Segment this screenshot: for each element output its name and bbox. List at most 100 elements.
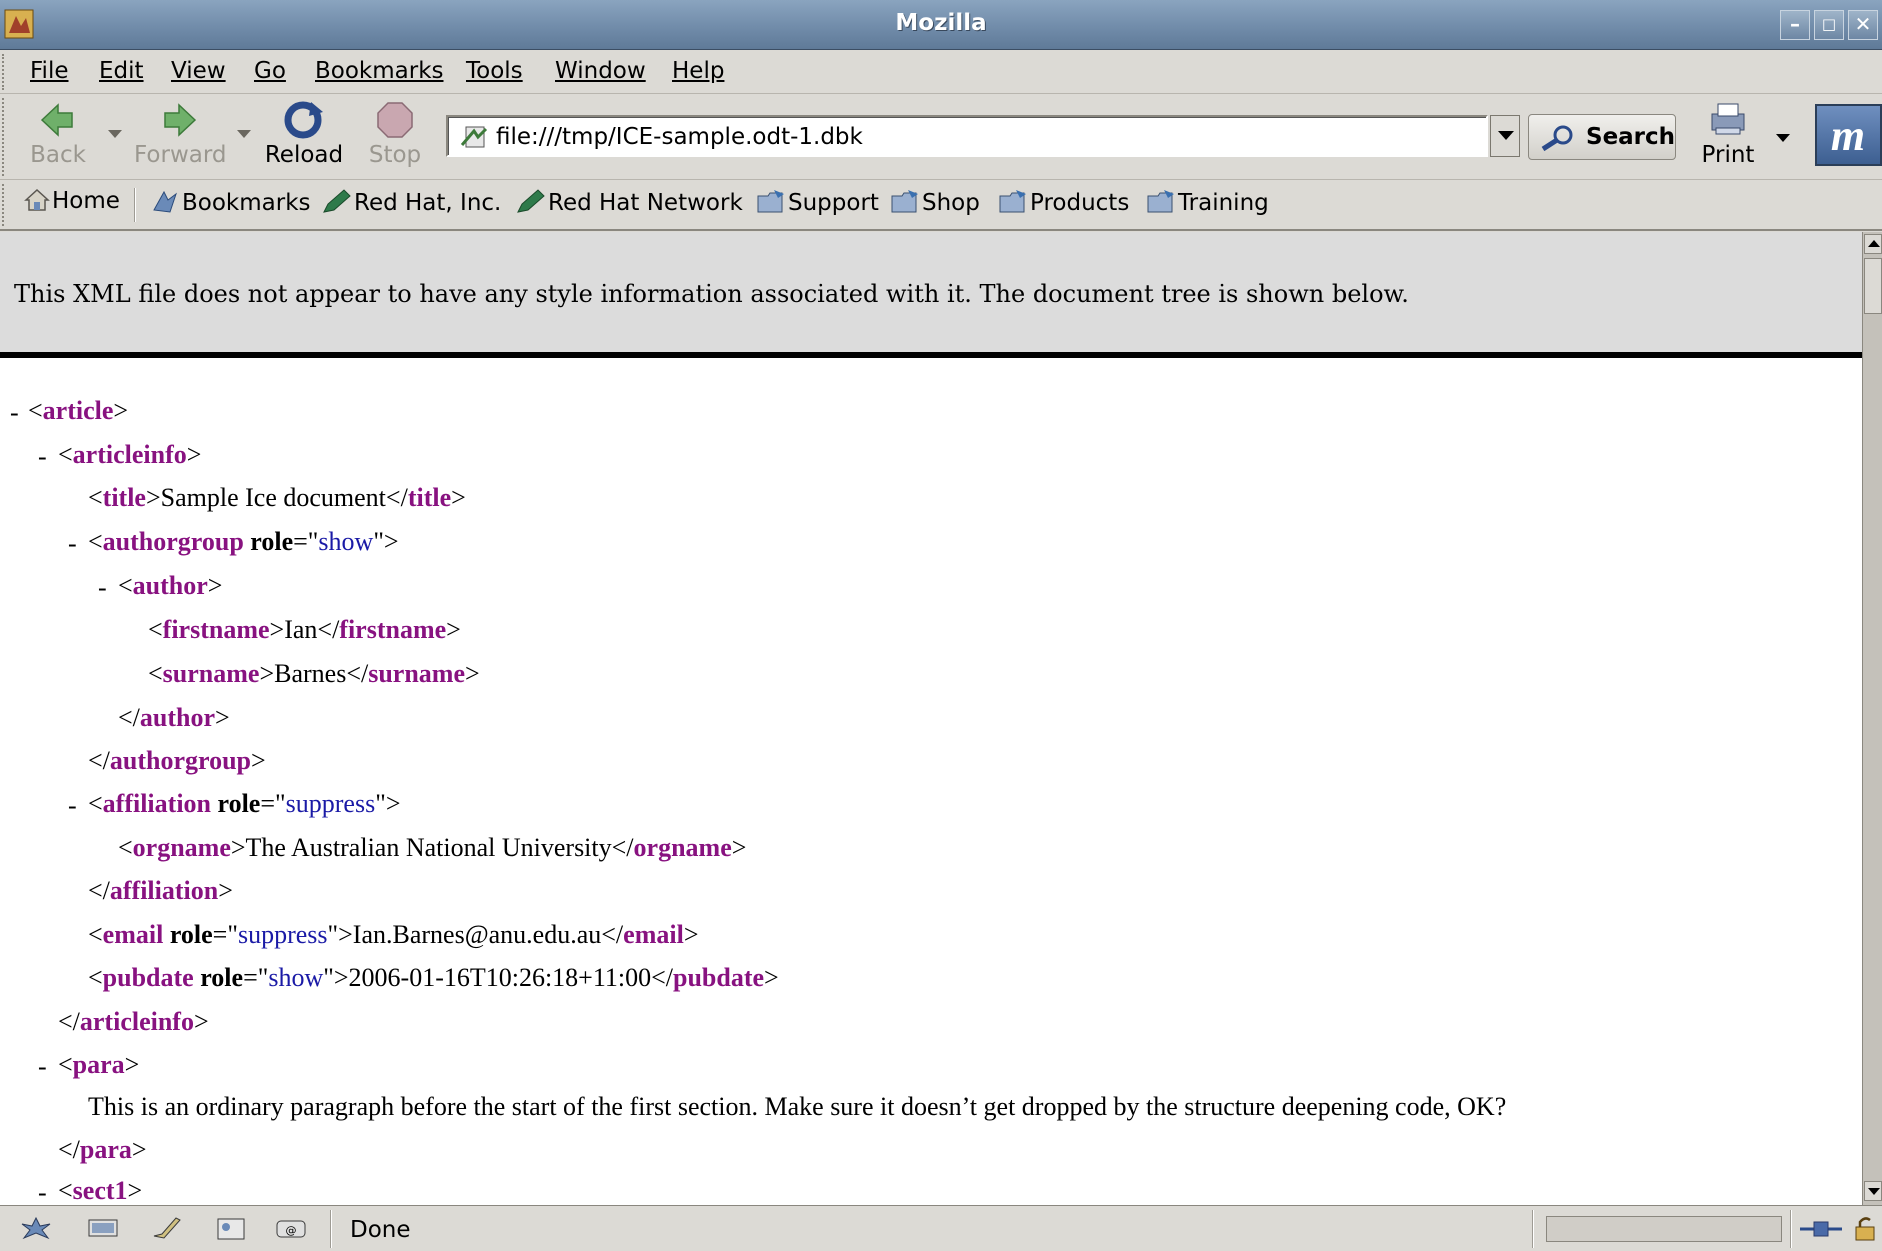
bookmark-label: Red Hat Network	[548, 190, 743, 216]
composer-icon[interactable]	[150, 1216, 184, 1242]
separator	[330, 1210, 332, 1248]
search-label: Search	[1586, 124, 1676, 150]
mozilla-throbber-icon[interactable]: m	[1815, 104, 1882, 166]
progress-bar	[1546, 1216, 1782, 1242]
bookmark-support[interactable]: Support	[756, 188, 879, 216]
bookmark-label: Bookmarks	[182, 190, 311, 216]
forward-button[interactable]: Forward	[134, 100, 227, 176]
collapse-toggle-para[interactable]: -	[38, 1052, 47, 1082]
forward-arrow-icon	[164, 103, 197, 137]
collapse-toggle-article[interactable]: -	[10, 398, 19, 428]
title-bar: Mozilla – □ ✕	[0, 0, 1882, 50]
stop-label: Stop	[368, 142, 422, 168]
collapse-toggle-affiliation[interactable]: -	[68, 791, 77, 821]
toolbar-grip[interactable]	[2, 98, 10, 176]
collapse-toggle-articleinfo[interactable]: -	[38, 442, 47, 472]
xml-open-author: <author>	[118, 571, 223, 600]
browser-window: Mozilla – □ ✕ File Edit View Go Bookmark…	[0, 0, 1882, 1251]
window-title: Mozilla	[895, 10, 987, 36]
menu-go[interactable]: Go	[254, 58, 286, 84]
xml-surname-element: <surname>Barnes</surname>	[148, 659, 480, 688]
bookmark-label: Red Hat, Inc.	[354, 190, 502, 216]
scroll-down-button[interactable]	[1864, 1181, 1882, 1201]
bookmark-shop[interactable]: Shop	[890, 188, 980, 216]
bookmark-bookmarks-menu[interactable]: Bookmarks	[150, 188, 311, 216]
back-button[interactable]: Back	[28, 100, 88, 176]
forward-history-dropdown[interactable]	[237, 130, 251, 138]
menu-view[interactable]: View	[171, 58, 226, 84]
security-lock-icon[interactable]	[1852, 1216, 1880, 1242]
home-icon	[24, 188, 50, 211]
minimize-button[interactable]: –	[1780, 10, 1810, 40]
collapse-toggle-author[interactable]: -	[98, 573, 107, 603]
print-label: Print	[1701, 142, 1755, 168]
xml-para-text: This is an ordinary paragraph before the…	[88, 1092, 1507, 1121]
bookmarks-icon	[153, 190, 177, 213]
separator	[134, 188, 136, 222]
menu-window[interactable]: Window	[555, 58, 646, 84]
collapse-toggle-authorgroup[interactable]: -	[68, 529, 77, 559]
xml-title-element: <title>Sample Ice document</title>	[88, 483, 466, 512]
xml-orgname-element: <orgname>The Australian National Univers…	[118, 833, 747, 862]
folder-icon	[999, 190, 1026, 213]
xml-close-articleinfo: </articleinfo>	[58, 1007, 209, 1036]
xml-close-authorgroup: </authorgroup>	[88, 746, 266, 775]
xml-close-para: </para>	[58, 1135, 147, 1164]
menu-help[interactable]: Help	[672, 58, 724, 84]
irc-chat-icon[interactable]: @	[274, 1216, 308, 1242]
menu-tools[interactable]: Tools	[466, 58, 523, 84]
url-history-dropdown[interactable]	[1490, 115, 1520, 157]
mail-icon[interactable]	[86, 1216, 120, 1242]
reload-label: Reload	[264, 142, 344, 168]
forward-label: Forward	[134, 142, 227, 168]
back-history-dropdown[interactable]	[108, 130, 122, 138]
search-button[interactable]: Search	[1528, 114, 1676, 160]
bookmark-red-hat-network[interactable]: Red Hat Network	[516, 188, 743, 216]
xml-close-affiliation: </affiliation>	[88, 876, 233, 905]
stop-icon	[377, 102, 413, 138]
svg-text:@: @	[286, 1224, 297, 1237]
print-button[interactable]: Print	[1698, 100, 1758, 176]
xml-open-articleinfo: <articleinfo>	[58, 440, 202, 469]
scroll-thumb[interactable]	[1864, 258, 1882, 314]
folder-icon	[757, 190, 784, 213]
vertical-scrollbar[interactable]	[1862, 232, 1882, 1205]
menu-edit[interactable]: Edit	[99, 58, 144, 84]
menu-file[interactable]: File	[30, 58, 69, 84]
page-content[interactable]: This XML file does not appear to have an…	[0, 232, 1862, 1205]
separator	[1532, 1210, 1534, 1248]
bookmark-label: Support	[788, 190, 879, 216]
bookmark-training[interactable]: Training	[1146, 188, 1269, 216]
toolbar-grip[interactable]	[2, 184, 10, 226]
svg-text:m: m	[1831, 111, 1865, 160]
bookmark-red-hat-inc[interactable]: Red Hat, Inc.	[322, 188, 501, 216]
xml-email-element: <email role="suppress">Ian.Barnes@anu.ed…	[88, 920, 699, 949]
page-proxy-icon[interactable]	[460, 123, 490, 151]
online-status-icon[interactable]	[1798, 1216, 1844, 1242]
toolbar-grip[interactable]	[2, 54, 10, 90]
maximize-button[interactable]: □	[1814, 10, 1844, 40]
navigation-toolbar: Back Forward Reload Stop file:///tmp/ICE…	[0, 94, 1882, 180]
address-book-icon[interactable]	[214, 1216, 248, 1242]
xml-close-author: </author>	[118, 703, 230, 732]
url-input[interactable]: file:///tmp/ICE-sample.odt-1.dbk	[446, 115, 1488, 157]
xml-open-sect1: <sect1>	[58, 1176, 143, 1205]
menu-bookmarks[interactable]: Bookmarks	[315, 58, 444, 84]
stop-button[interactable]: Stop	[362, 100, 428, 176]
close-window-button[interactable]: ✕	[1848, 10, 1878, 40]
print-dropdown[interactable]	[1776, 134, 1790, 142]
reload-button[interactable]: Reload	[262, 100, 346, 176]
bookmark-label: Home	[52, 188, 120, 214]
personal-toolbar: Home Bookmarks Red Hat, Inc. Red Hat Net…	[0, 180, 1882, 231]
scroll-up-button[interactable]	[1864, 234, 1882, 254]
bookmark-link-icon	[323, 189, 351, 213]
navigator-icon[interactable]	[18, 1216, 54, 1242]
bookmark-products[interactable]: Products	[998, 188, 1129, 216]
collapse-toggle-sect1[interactable]: -	[38, 1178, 47, 1205]
separator	[1790, 1210, 1792, 1248]
bookmark-home[interactable]: Home	[24, 188, 120, 214]
status-text: Done	[350, 1217, 411, 1243]
xml-open-para: <para>	[58, 1050, 140, 1079]
xml-firstname-element: <firstname>Ian</firstname>	[148, 615, 461, 644]
folder-icon	[891, 190, 918, 213]
